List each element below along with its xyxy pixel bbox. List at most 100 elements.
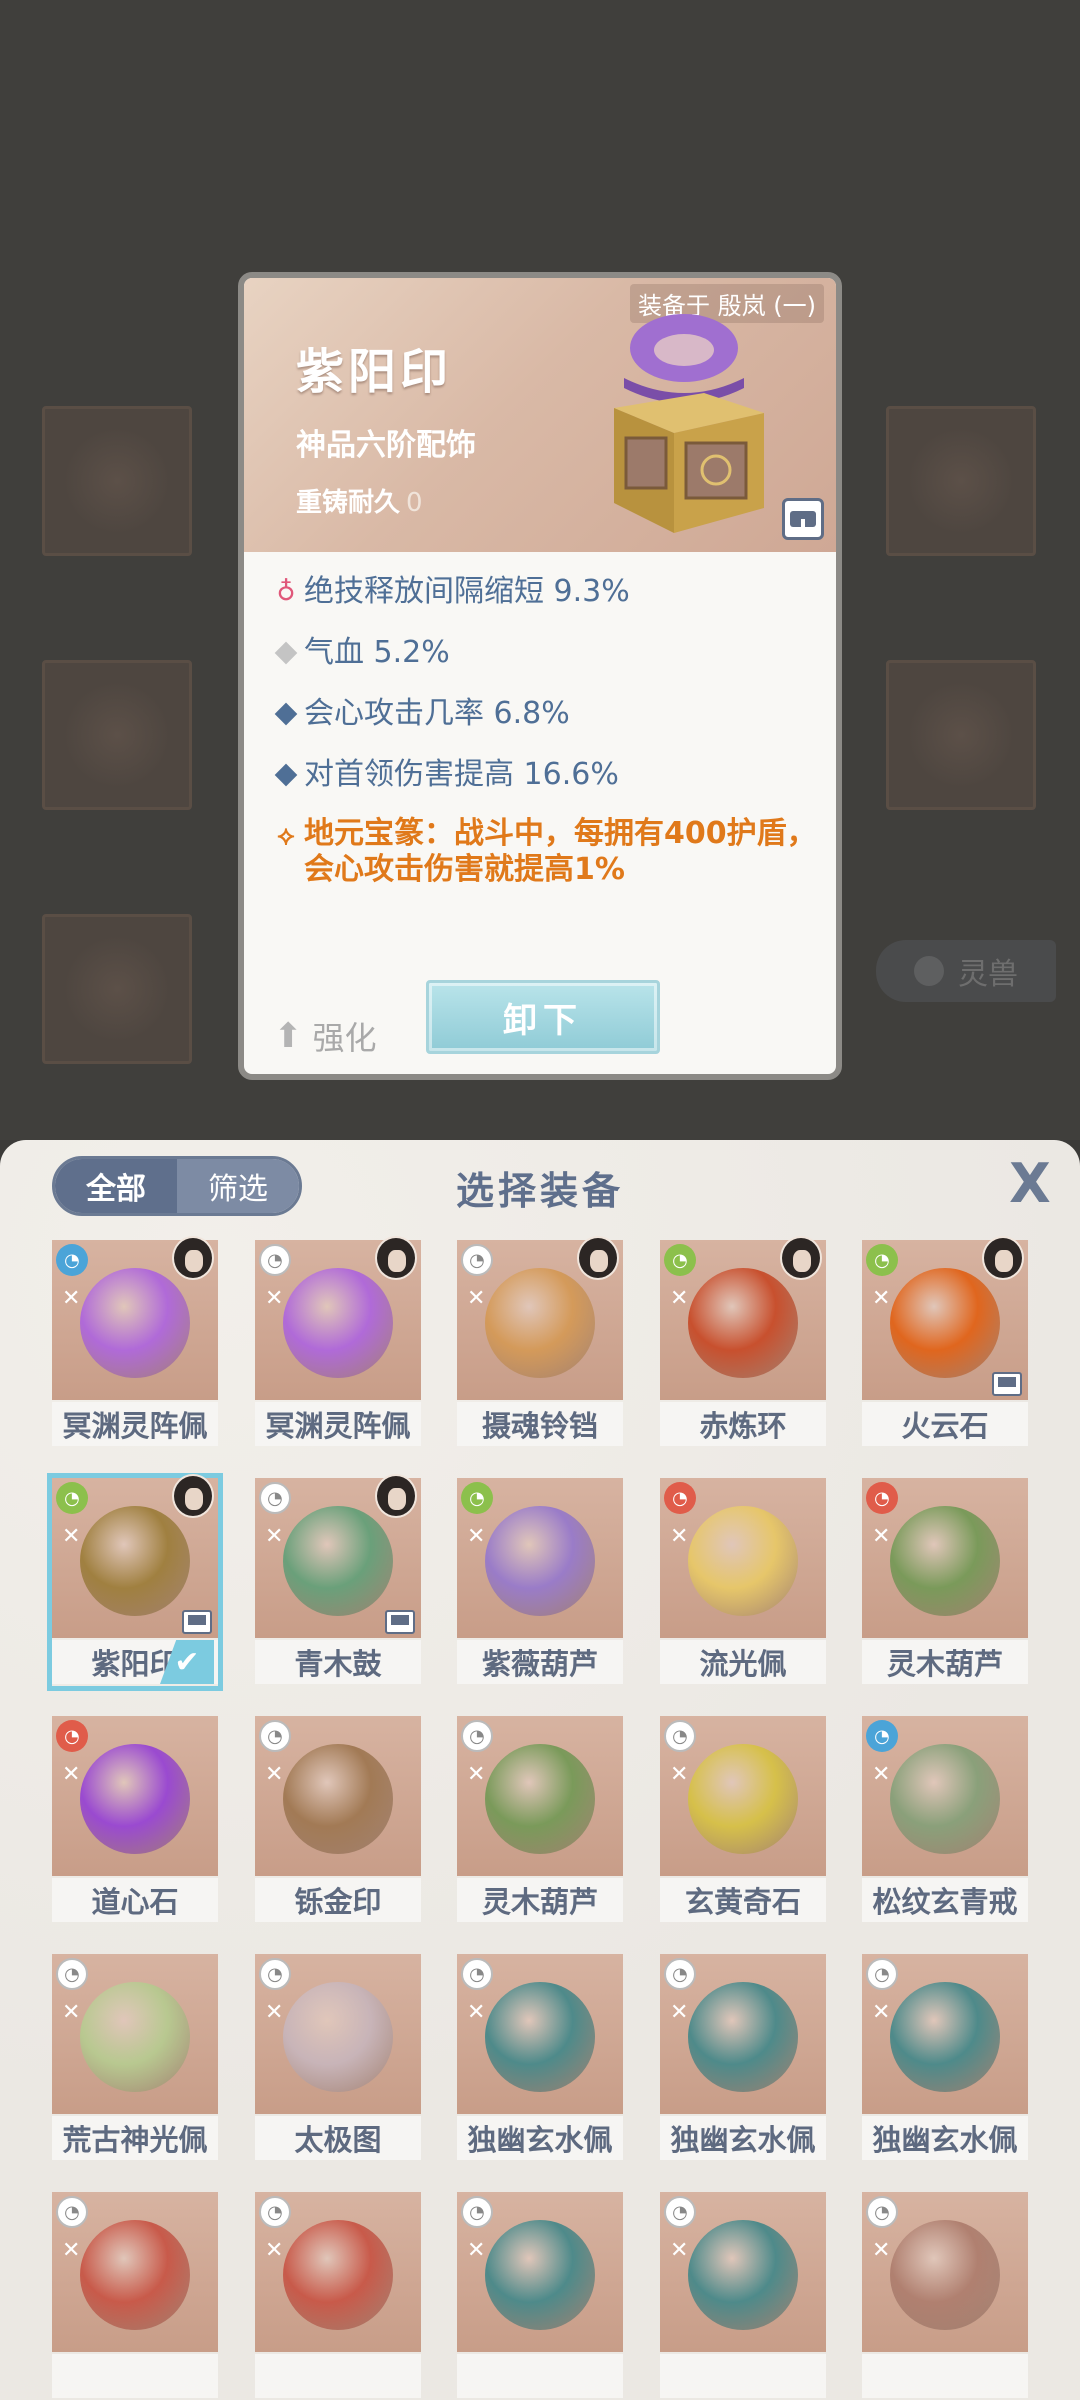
- equipment-icon: [283, 1982, 393, 2092]
- equipment-art: ◔ ✕: [457, 1954, 623, 2114]
- bg-equip-slot: [42, 406, 192, 556]
- equipment-name: 赤炼环: [660, 1402, 826, 1446]
- equipment-tile[interactable]: ◔ ✕ 独幽玄水佩: [457, 1954, 623, 2162]
- equipment-art: ◔ ✕: [862, 1236, 1028, 1400]
- rune-icon: ✕: [670, 1286, 689, 1311]
- equipment-icon: [80, 1744, 190, 1854]
- stat-list: ♁ 绝技释放间隔缩短 9.3% 气血 5.2% 会心攻击几率 6.8% 对首领伤…: [268, 572, 828, 888]
- equipment-tile[interactable]: ◔ ✕ 青木鼓: [255, 1474, 421, 1686]
- item-grade: 神品六阶配饰: [296, 428, 476, 463]
- equipment-tile[interactable]: ◔ ✕: [660, 2192, 826, 2400]
- equipment-art: ◔ ✕: [660, 1236, 826, 1400]
- stat-row: 对首领伤害提高 16.6%: [268, 755, 828, 816]
- element-badge-icon: ◔: [259, 1958, 291, 1990]
- equipment-tile[interactable]: ◔ ✕ 玄黄奇石: [660, 1716, 826, 1924]
- equipment-art: ◔ ✕: [660, 1954, 826, 2114]
- equipment-tile[interactable]: ◔ ✕ 赤炼环: [660, 1236, 826, 1448]
- rune-icon: ✕: [872, 2238, 891, 2263]
- element-badge-icon: ◔: [461, 1482, 493, 1514]
- rune-icon: ✕: [62, 1286, 81, 1311]
- bg-equip-slot: [886, 660, 1036, 810]
- equipment-name: 灵木葫芦: [862, 1640, 1028, 1684]
- element-badge-icon: ◔: [866, 1244, 898, 1276]
- bg-equip-slot: [42, 914, 192, 1064]
- equipment-tile[interactable]: ◔ ✕: [862, 2192, 1028, 2400]
- rune-icon: ✕: [265, 1286, 284, 1311]
- equipment-icon: [80, 1268, 190, 1378]
- rune-icon: ✕: [265, 2238, 284, 2263]
- equipment-tile[interactable]: ◔ ✕: [457, 2192, 623, 2400]
- equipment-art: ◔ ✕: [862, 1716, 1028, 1876]
- equipment-tile[interactable]: ◔ ✕: [255, 2192, 421, 2400]
- strengthen-button[interactable]: ⬆ 强化: [274, 1013, 377, 1059]
- element-badge-icon: ◔: [664, 1958, 696, 1990]
- equipment-tile[interactable]: ◔ ✕ 冥渊灵阵佩: [255, 1236, 421, 1448]
- equipment-icon: [283, 1268, 393, 1378]
- element-badge-icon: ◔: [56, 1244, 88, 1276]
- equipment-tile[interactable]: ◔ ✕ 摄魂铃铛: [457, 1236, 623, 1448]
- equipment-name: 荒古神光佩: [52, 2116, 218, 2160]
- equipment-icon: [890, 1744, 1000, 1854]
- equipment-art: ◔ ✕: [660, 1478, 826, 1638]
- wearer-avatar: [375, 1474, 417, 1518]
- element-badge-icon: ◔: [866, 2196, 898, 2228]
- equipment-tile[interactable]: ◔ ✕ 紫阳印 ✔: [47, 1473, 223, 1691]
- element-badge-icon: ◔: [259, 1720, 291, 1752]
- stat-row: ♁ 绝技释放间隔缩短 9.3%: [268, 572, 828, 633]
- element-badge-icon: ◔: [664, 1244, 696, 1276]
- item-name: 紫阳印: [296, 344, 453, 400]
- equipment-icon: [688, 1982, 798, 2092]
- bg-spirit-beast-tab: 灵兽: [876, 940, 1056, 1002]
- equipment-tile[interactable]: ◔ ✕: [52, 2192, 218, 2400]
- rune-icon: ✕: [670, 2000, 689, 2025]
- equipment-tile[interactable]: ◔ ✕ 流光佩: [660, 1478, 826, 1686]
- equipment-name: 紫薇葫芦: [457, 1640, 623, 1684]
- equipment-art: ◔ ✕: [52, 1474, 218, 1638]
- equipment-name: 松纹玄青戒: [862, 1878, 1028, 1922]
- element-badge-icon: ◔: [56, 1720, 88, 1752]
- equipment-tile[interactable]: ◔ ✕ 荒古神光佩: [52, 1954, 218, 2162]
- equipment-icon: [485, 1506, 595, 1616]
- equipment-icon: [80, 1982, 190, 2092]
- equipment-tile[interactable]: ◔ ✕ 灵木葫芦: [457, 1716, 623, 1924]
- equipment-tile[interactable]: ◔ ✕ 道心石: [52, 1716, 218, 1924]
- equipment-art: ◔ ✕: [457, 1716, 623, 1876]
- equipment-name: 冥渊灵阵佩: [52, 1402, 218, 1446]
- wearer-avatar: [172, 1236, 214, 1280]
- equipment-tile[interactable]: ◔ ✕ 铄金印: [255, 1716, 421, 1924]
- chest-icon: [992, 1372, 1022, 1396]
- equipment-name: 太极图: [255, 2116, 421, 2160]
- equipment-icon: [890, 1506, 1000, 1616]
- rune-icon: ✕: [62, 1524, 81, 1549]
- rune-icon: ✕: [265, 1762, 284, 1787]
- equipment-tile[interactable]: ◔ ✕ 冥渊灵阵佩: [52, 1236, 218, 1448]
- equipment-tile[interactable]: ◔ ✕ 火云石: [862, 1236, 1028, 1448]
- rune-icon: ✕: [467, 2238, 486, 2263]
- equipment-art: ◔ ✕: [52, 2192, 218, 2352]
- close-button[interactable]: X: [1004, 1156, 1056, 1212]
- equipment-tile[interactable]: ◔ ✕ 独幽玄水佩: [660, 1954, 826, 2162]
- unequip-button[interactable]: 卸下: [426, 980, 660, 1054]
- special-effect: ⟡ 地元宝篆：战斗中，每拥有400护盾，会心攻击伤害就提高1%: [268, 816, 828, 888]
- equipment-tile[interactable]: ◔ ✕ 灵木葫芦: [862, 1478, 1028, 1686]
- equipment-icon: [688, 1506, 798, 1616]
- element-badge-icon: ◔: [461, 1720, 493, 1752]
- equipment-icon: [485, 2220, 595, 2330]
- equipment-tile[interactable]: ◔ ✕ 独幽玄水佩: [862, 1954, 1028, 2162]
- rune-icon: ✕: [467, 1286, 486, 1311]
- equipment-icon: [80, 2220, 190, 2330]
- element-badge-icon: ◔: [56, 1958, 88, 1990]
- rune-icon: ✕: [62, 2000, 81, 2025]
- equipment-tile[interactable]: ◔ ✕ 紫薇葫芦: [457, 1478, 623, 1686]
- equipment-tile[interactable]: ◔ ✕ 太极图: [255, 1954, 421, 2162]
- rune-icon: ✕: [872, 1762, 891, 1787]
- rune-icon: ✕: [265, 1524, 284, 1549]
- rune-icon: ✕: [872, 1286, 891, 1311]
- element-badge-icon: ◔: [56, 2196, 88, 2228]
- equipment-name: 火云石: [862, 1402, 1028, 1446]
- storage-chest-button[interactable]: [782, 498, 824, 540]
- paw-icon: [914, 956, 944, 986]
- equipment-name: [457, 2354, 623, 2398]
- equipment-tile[interactable]: ◔ ✕ 松纹玄青戒: [862, 1716, 1028, 1924]
- element-badge-icon: ◔: [664, 1720, 696, 1752]
